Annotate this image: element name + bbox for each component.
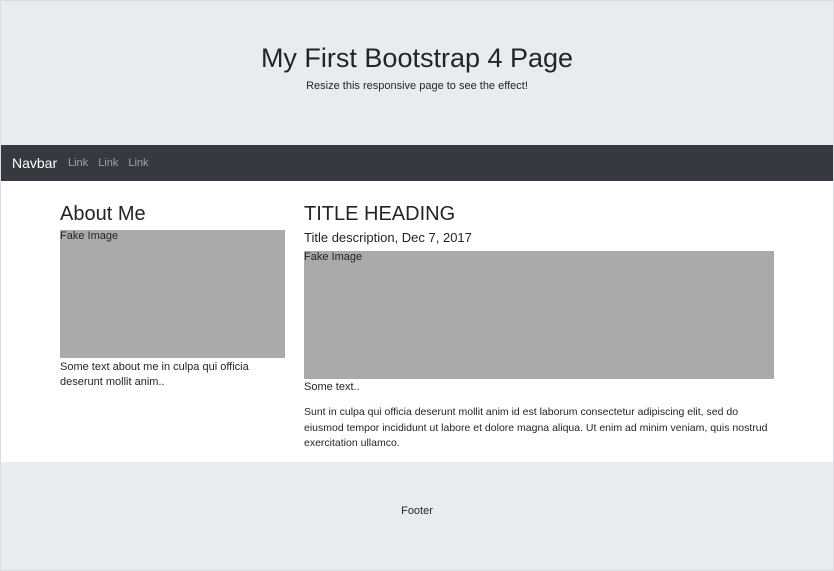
about-image: Fake Image: [60, 230, 285, 358]
main-image: Fake Image: [304, 251, 774, 379]
page-subtitle: Resize this responsive page to see the e…: [306, 80, 528, 92]
page-title: My First Bootstrap 4 Page: [260, 43, 574, 73]
main-body-text: Sunt in culpa qui officia deserunt molli…: [304, 406, 768, 449]
main-heading: TITLE HEADING: [304, 203, 456, 225]
nav-link-3[interactable]: Link: [128, 156, 148, 170]
navbar: Navbar Link Link Link: [1, 145, 833, 181]
about-image-label: Fake Image: [60, 230, 119, 242]
nav-link-2[interactable]: Link: [98, 156, 118, 170]
about-text: Some text about me in culpa qui officia …: [60, 361, 249, 388]
main-description: Title description, Dec 7, 2017: [304, 230, 472, 245]
nav-link-1[interactable]: Link: [68, 156, 88, 170]
navbar-brand[interactable]: Navbar: [12, 155, 57, 171]
navbar-links: Link Link Link: [68, 156, 149, 170]
footer: Footer: [1, 462, 833, 570]
jumbotron: My First Bootstrap 4 Page Resize this re…: [1, 1, 833, 145]
footer-text: Footer: [401, 505, 433, 517]
about-heading: About Me: [60, 203, 146, 225]
page: My First Bootstrap 4 Page Resize this re…: [0, 0, 834, 571]
main-short-text: Some text..: [304, 381, 360, 393]
main-image-label: Fake Image: [304, 251, 363, 263]
